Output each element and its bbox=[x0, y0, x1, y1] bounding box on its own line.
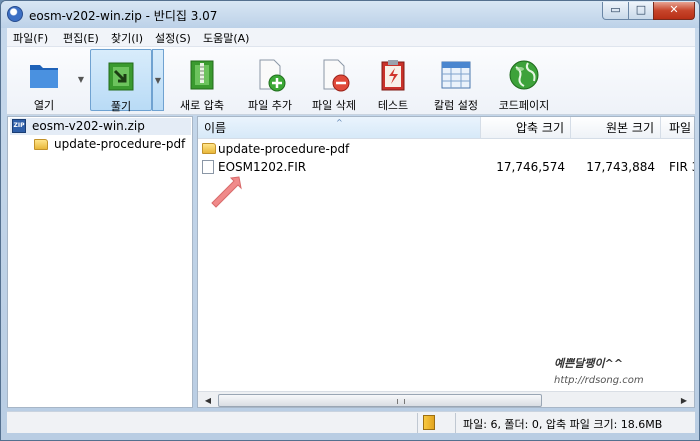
new-archive-button[interactable]: 새로 압축 bbox=[171, 49, 233, 112]
archive-status-icon bbox=[423, 415, 435, 430]
watermark-title: 예쁜달팽이^^ bbox=[554, 357, 624, 370]
open-button[interactable]: 열기 bbox=[13, 49, 75, 112]
column-header-original-size[interactable]: 원본 크기 bbox=[571, 117, 661, 139]
menu-settings[interactable]: 설정(S) bbox=[155, 30, 191, 46]
add-file-icon bbox=[259, 59, 286, 92]
annotation-arrow-icon bbox=[211, 176, 242, 208]
globe-icon bbox=[509, 60, 539, 90]
tree-item-label: update-procedure-pdf bbox=[54, 137, 186, 151]
column-settings-label: 칼럼 설정 bbox=[434, 99, 478, 112]
scroll-grip-icon bbox=[397, 399, 405, 404]
new-archive-icon bbox=[190, 60, 214, 90]
test-button[interactable]: 테스트 bbox=[365, 49, 421, 112]
codepage-button[interactable]: 코드페이지 bbox=[491, 49, 557, 112]
menu-find[interactable]: 찾기(I) bbox=[111, 30, 143, 46]
column-header-packed-size[interactable]: 압축 크기 bbox=[481, 117, 571, 139]
tree-root-archive[interactable]: ZIP eosm-v202-win.zip bbox=[10, 118, 191, 135]
menu-edit[interactable]: 편집(E) bbox=[63, 30, 99, 46]
app-window: eosm-v202-win.zip - 반디집 3.07 ▭ □ ✕ 파일(F)… bbox=[0, 0, 700, 441]
scroll-left-button[interactable]: ◀ bbox=[200, 393, 216, 407]
list-row-folder[interactable]: update-procedure-pdf bbox=[198, 140, 694, 158]
row-type: FIR 3 bbox=[669, 160, 694, 174]
column-settings-icon bbox=[441, 61, 471, 89]
column-header-name-label: 이름 bbox=[204, 121, 227, 135]
menu-help[interactable]: 도움말(A) bbox=[203, 30, 249, 46]
toolbar: 열기 ▼ 풀기 ▼ 새로 압축 파일 추가 파일 삭제 테스트 칼럼 설정 코드… bbox=[7, 47, 695, 115]
row-name: update-procedure-pdf bbox=[218, 142, 350, 156]
folder-icon bbox=[34, 139, 48, 150]
minimize-button[interactable]: ▭ bbox=[602, 2, 629, 20]
add-file-label: 파일 추가 bbox=[248, 99, 292, 112]
status-summary: 파일: 6, 폴더: 0, 압축 파일 크기: 18.6MB bbox=[463, 418, 663, 431]
test-clipboard-icon bbox=[381, 60, 405, 91]
folder-icon bbox=[202, 143, 216, 154]
delete-file-icon bbox=[323, 59, 350, 92]
menu-bar: 파일(F) 편집(E) 찾기(I) 설정(S) 도움말(A) bbox=[7, 28, 695, 47]
open-label: 열기 bbox=[33, 99, 55, 112]
scroll-thumb[interactable] bbox=[218, 394, 542, 407]
folder-tree: ZIP eosm-v202-win.zip update-procedure-p… bbox=[7, 116, 193, 408]
maximize-button[interactable]: □ bbox=[628, 2, 654, 20]
extract-dropdown-button[interactable]: ▼ bbox=[152, 49, 164, 111]
extract-icon bbox=[108, 62, 134, 91]
column-header-name[interactable]: 이름 ^ bbox=[198, 117, 481, 139]
delete-file-button[interactable]: 파일 삭제 bbox=[303, 49, 365, 112]
status-separator bbox=[417, 413, 418, 433]
window-title: eosm-v202-win.zip - 반디집 3.07 bbox=[29, 9, 218, 23]
test-label: 테스트 bbox=[377, 99, 409, 112]
horizontal-scrollbar[interactable]: ◀ ▶ bbox=[198, 391, 694, 407]
close-button[interactable]: ✕ bbox=[653, 2, 695, 20]
open-folder-icon bbox=[30, 65, 58, 88]
extract-button[interactable]: 풀기 bbox=[90, 49, 152, 113]
status-separator bbox=[455, 413, 456, 433]
delete-file-label: 파일 삭제 bbox=[312, 99, 356, 112]
add-file-button[interactable]: 파일 추가 bbox=[239, 49, 301, 112]
title-bar[interactable]: eosm-v202-win.zip - 반디집 3.07 ▭ □ ✕ bbox=[1, 1, 699, 28]
sort-ascending-icon: ^ bbox=[336, 118, 343, 127]
scroll-right-button[interactable]: ▶ bbox=[676, 393, 692, 407]
file-list: 이름 ^ 압축 크기 원본 크기 파일 update-procedure-pdf… bbox=[197, 116, 695, 408]
menu-file[interactable]: 파일(F) bbox=[13, 30, 48, 46]
tree-root-label: eosm-v202-win.zip bbox=[32, 119, 145, 133]
bandizip-app-icon[interactable] bbox=[7, 6, 23, 22]
column-header-type[interactable]: 파일 bbox=[661, 117, 694, 139]
column-settings-button[interactable]: 칼럼 설정 bbox=[425, 49, 487, 112]
new-archive-label: 새로 압축 bbox=[180, 99, 224, 112]
list-row-file[interactable]: EOSM1202.FIR 17,746,574 17,743,884 FIR 3 bbox=[198, 158, 694, 176]
codepage-label: 코드페이지 bbox=[498, 99, 550, 112]
watermark-url: http://rdsong.com bbox=[554, 375, 644, 386]
zip-archive-icon: ZIP bbox=[12, 119, 26, 133]
row-original-size: 17,743,884 bbox=[586, 160, 655, 174]
tree-item-update-procedure-pdf[interactable]: update-procedure-pdf bbox=[32, 136, 192, 153]
row-packed-size: 17,746,574 bbox=[496, 160, 565, 174]
status-bar: 파일: 6, 폴더: 0, 압축 파일 크기: 18.6MB bbox=[7, 411, 695, 433]
open-dropdown-button[interactable]: ▼ bbox=[75, 49, 87, 111]
extract-label: 풀기 bbox=[110, 100, 132, 113]
